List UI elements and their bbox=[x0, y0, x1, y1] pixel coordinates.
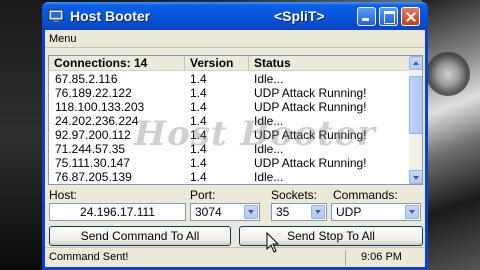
list-header: Connections: 14 Version Status bbox=[49, 56, 409, 71]
title-bar[interactable]: Host Booter <SpliT> bbox=[42, 2, 428, 30]
row-status: Idle... bbox=[254, 142, 284, 156]
close-button[interactable] bbox=[401, 7, 420, 26]
row-ip: 76.189.22.122 bbox=[55, 86, 132, 100]
row-version: 1.4 bbox=[190, 72, 207, 86]
connections-list[interactable]: Connections: 14 Version Status 67.85.2.1… bbox=[48, 55, 423, 185]
list-item[interactable]: 118.100.133.203 1.4 UDP Attack Running! bbox=[49, 100, 409, 114]
chevron-down-icon[interactable] bbox=[311, 205, 325, 219]
minimize-button[interactable] bbox=[357, 7, 376, 26]
row-status: UDP Attack Running! bbox=[254, 128, 367, 142]
wallpaper-right-panel bbox=[422, 0, 480, 270]
port-value: 3074 bbox=[195, 205, 222, 219]
list-item[interactable]: 24.202.236.224 1.4 Idle... bbox=[49, 114, 409, 128]
row-ip: 75.111.30.147 bbox=[55, 156, 130, 170]
sockets-label: Sockets: bbox=[271, 188, 318, 202]
send-command-button[interactable]: Send Command To All bbox=[49, 226, 231, 246]
chevron-down-icon[interactable] bbox=[244, 205, 258, 219]
row-status: UDP Attack Running! bbox=[254, 156, 367, 170]
port-label: Port: bbox=[190, 188, 216, 202]
row-ip: 76.87.205.139 bbox=[55, 170, 132, 184]
vertical-scrollbar[interactable] bbox=[409, 56, 422, 184]
row-status: Idle... bbox=[254, 72, 284, 86]
row-ip: 67.85.2.116 bbox=[55, 72, 118, 86]
list-item[interactable]: 76.189.22.122 1.4 UDP Attack Running! bbox=[49, 86, 409, 100]
row-version: 1.4 bbox=[190, 170, 207, 184]
status-time: 9:06 PM bbox=[361, 251, 402, 263]
port-select[interactable]: 3074 bbox=[190, 203, 260, 221]
row-status: Idle... bbox=[254, 170, 284, 184]
row-ip: 92.97.200.112 bbox=[55, 128, 131, 142]
list-item[interactable]: 75.111.30.147 1.4 UDP Attack Running! bbox=[49, 156, 409, 170]
app-icon bbox=[48, 9, 64, 22]
wallpaper-left-panel bbox=[0, 0, 42, 270]
scroll-thumb[interactable] bbox=[409, 76, 422, 134]
row-status: UDP Attack Running! bbox=[254, 100, 367, 114]
sockets-value: 35 bbox=[276, 205, 290, 219]
sockets-select[interactable]: 35 bbox=[271, 203, 327, 221]
mouse-pointer-icon bbox=[266, 232, 280, 253]
column-header-version[interactable]: Version bbox=[185, 56, 249, 71]
status-text: Command Sent! bbox=[49, 251, 129, 263]
chevron-down-icon[interactable] bbox=[405, 205, 419, 219]
row-status: Idle... bbox=[254, 114, 284, 128]
row-version: 1.4 bbox=[190, 86, 207, 100]
status-bar: Command Sent! 9:06 PM bbox=[45, 247, 425, 267]
column-header-connections[interactable]: Connections: 14 bbox=[49, 56, 185, 71]
scroll-up-icon[interactable] bbox=[409, 56, 422, 70]
host-input[interactable]: 24.196.17.111 bbox=[49, 203, 186, 221]
row-version: 1.4 bbox=[190, 156, 207, 170]
window-title: Host Booter bbox=[70, 8, 151, 24]
row-ip: 118.100.133.203 bbox=[55, 100, 145, 114]
commands-label: Commands: bbox=[333, 188, 398, 202]
menu-bar: Menu bbox=[45, 30, 425, 48]
row-version: 1.4 bbox=[190, 114, 207, 128]
status-divider bbox=[345, 250, 346, 265]
row-version: 1.4 bbox=[190, 128, 207, 142]
row-version: 1.4 bbox=[190, 142, 207, 156]
commands-value: UDP bbox=[336, 205, 362, 219]
wallpaper-wheel bbox=[426, 52, 470, 96]
column-header-status[interactable]: Status bbox=[249, 56, 409, 71]
maximize-button[interactable] bbox=[379, 7, 398, 26]
list-item[interactable]: 71.244.57.35 1.4 Idle... bbox=[49, 142, 409, 156]
row-status: UDP Attack Running! bbox=[254, 86, 367, 100]
row-version: 1.4 bbox=[190, 100, 207, 114]
list-item[interactable]: 67.85.2.116 1.4 Idle... bbox=[49, 72, 409, 86]
window-title-tag: <SpliT> bbox=[274, 8, 325, 24]
commands-select[interactable]: UDP bbox=[331, 203, 421, 221]
list-item[interactable]: 92.97.200.112 1.4 UDP Attack Running! bbox=[49, 128, 409, 142]
host-booter-window: Host Booter <SpliT> Menu Connections: 14… bbox=[42, 2, 428, 270]
menu-item-menu[interactable]: Menu bbox=[49, 33, 77, 45]
row-ip: 71.244.57.35 bbox=[55, 142, 126, 156]
scroll-down-icon[interactable] bbox=[409, 170, 422, 184]
row-ip: 24.202.236.224 bbox=[55, 114, 139, 128]
list-item[interactable]: 76.87.205.139 1.4 Idle... bbox=[49, 170, 409, 184]
host-label: Host: bbox=[49, 188, 78, 202]
